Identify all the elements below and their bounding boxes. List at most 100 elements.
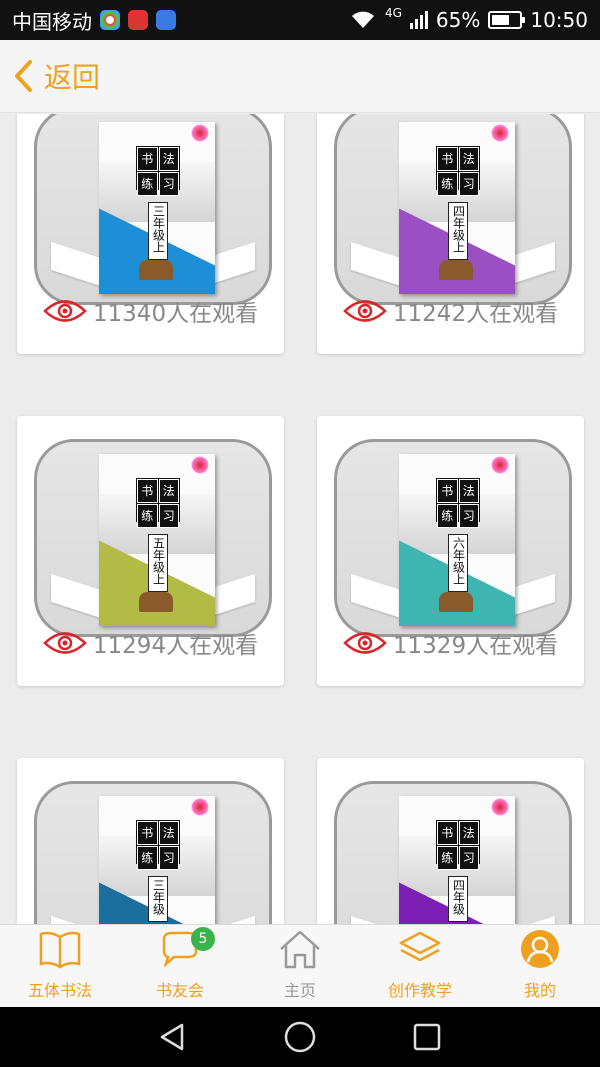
- book-card[interactable]: 书法练习四年级: [317, 758, 584, 924]
- tab-chuangzuo-jiaoxue[interactable]: 创作教学: [360, 925, 480, 1007]
- seal-char: 习: [458, 504, 479, 528]
- recents-square-icon[interactable]: [412, 1022, 442, 1052]
- grade-text: 六年级上: [451, 537, 466, 585]
- book-card[interactable]: 书法练习三年级: [17, 758, 284, 924]
- carrier-name: 中国移动: [12, 9, 92, 34]
- seal-char: 习: [458, 846, 479, 870]
- viewer-count-text: 11242人在观看: [392, 301, 559, 327]
- seal-char: 习: [158, 172, 179, 196]
- scholar-figure: [439, 592, 473, 612]
- eye-icon: [43, 632, 87, 654]
- viewer-count-text: 11294人在观看: [92, 633, 259, 659]
- seal-char: 法: [458, 479, 479, 503]
- page-flap-left: [51, 573, 101, 619]
- grade-label: 四年级上: [448, 202, 468, 260]
- back-triangle-icon[interactable]: [158, 1022, 188, 1052]
- battery-percent: 65%: [435, 8, 481, 32]
- grade-text: 四年级: [451, 879, 466, 915]
- calligraphy-seal: 书法练习: [136, 146, 180, 196]
- home-circle-icon[interactable]: [283, 1020, 317, 1054]
- grade-label: 六年级上: [448, 534, 468, 592]
- seal-char: 练: [437, 846, 458, 870]
- seal-char: 习: [158, 504, 179, 528]
- back-button[interactable]: 返回: [12, 56, 100, 96]
- mail-notification-icon: [128, 10, 148, 30]
- calligraphy-seal: 书法练习: [436, 478, 480, 528]
- tab-home[interactable]: 主页: [240, 925, 360, 1007]
- seal-char: 法: [158, 821, 179, 845]
- book-card[interactable]: 书法练习六年级上 11329人在观看: [317, 416, 584, 686]
- grade-label: 四年级: [448, 876, 468, 922]
- wifi-icon: [351, 11, 374, 28]
- gallery-notification-icon: [156, 10, 176, 30]
- grade-text: 四年级上: [451, 205, 466, 253]
- seal-char: 法: [158, 147, 179, 171]
- seal-char: 练: [137, 172, 158, 196]
- tab-mine[interactable]: 我的: [480, 925, 600, 1007]
- book-card[interactable]: 书法练习四年级上 11242人在观看: [317, 114, 584, 354]
- viewer-count: 11242人在观看: [317, 294, 584, 328]
- eye-icon: [43, 300, 87, 322]
- unread-badge: 5: [191, 927, 215, 951]
- system-navigation-bar: [0, 1007, 600, 1067]
- book-cover: 书法练习三年级: [99, 796, 215, 924]
- battery-icon: [488, 11, 526, 29]
- viewer-count: 11340人在观看: [17, 294, 284, 328]
- network-type: 4G: [384, 6, 402, 20]
- tab-shuyouhui[interactable]: 5 书友会: [120, 925, 240, 1007]
- book-cover: 书法练习三年级上: [99, 122, 215, 294]
- viewer-count-text: 11340人在观看: [92, 301, 259, 327]
- layers-icon: [399, 931, 441, 962]
- book-cover-frame: 书法练习三年级: [34, 781, 272, 924]
- page-flap-left: [351, 915, 401, 924]
- book-cover: 书法练习六年级上: [399, 454, 515, 626]
- status-bar: 中国移动 4G 65% 10:50: [0, 0, 600, 40]
- seal-char: 练: [137, 504, 158, 528]
- tab-wuti-shufa[interactable]: 五体书法: [0, 925, 120, 1007]
- grade-text: 三年级: [151, 879, 166, 915]
- home-icon: [280, 930, 320, 969]
- grade-text: 三年级上: [151, 205, 166, 253]
- eye-icon: [343, 632, 387, 654]
- seal-char: 书: [137, 147, 158, 171]
- seal-char: 法: [458, 821, 479, 845]
- clock: 10:50: [530, 8, 588, 32]
- back-label: 返回: [44, 61, 101, 94]
- book-cover-frame: 书法练习五年级上: [34, 439, 272, 637]
- plum-blossom-icon: [491, 124, 509, 142]
- bottom-tab-bar: 五体书法 5 书友会 主页 创作教学 我的: [0, 924, 600, 1007]
- book-grid[interactable]: 书法练习三年级上 11340人在观看书法练习四年级上 11242人在观看书法练习五年…: [0, 114, 600, 924]
- book-card[interactable]: 书法练习三年级上 11340人在观看: [17, 114, 284, 354]
- tab-label: 书友会: [155, 981, 204, 1000]
- book-cover: 书法练习四年级上: [399, 122, 515, 294]
- seal-char: 法: [458, 147, 479, 171]
- page-flap-left: [51, 241, 101, 287]
- scholar-figure: [139, 592, 173, 612]
- scholar-figure: [139, 260, 173, 280]
- book-card[interactable]: 书法练习五年级上 11294人在观看: [17, 416, 284, 686]
- grade-text: 五年级上: [151, 537, 166, 585]
- book-cover: 书法练习五年级上: [99, 454, 215, 626]
- calligraphy-seal: 书法练习: [436, 820, 480, 870]
- page-flap-left: [51, 915, 101, 924]
- tab-label: 主页: [283, 981, 316, 1000]
- book-cover-frame: 书法练习三年级上: [34, 114, 272, 305]
- page-flap-left: [351, 573, 401, 619]
- seal-char: 法: [158, 479, 179, 503]
- profile-icon: [521, 930, 559, 968]
- seal-char: 练: [437, 172, 458, 196]
- plum-blossom-icon: [491, 798, 509, 816]
- seal-char: 练: [137, 846, 158, 870]
- signal-icon: [409, 11, 428, 29]
- plum-blossom-icon: [191, 798, 209, 816]
- plum-blossom-icon: [191, 456, 209, 474]
- eye-icon: [343, 300, 387, 322]
- book-cover-frame: 书法练习四年级上: [334, 114, 572, 305]
- scholar-figure: [439, 260, 473, 280]
- page-flap-left: [351, 241, 401, 287]
- seal-char: 书: [137, 479, 158, 503]
- viewer-count-text: 11329人在观看: [392, 633, 559, 659]
- seal-char: 书: [137, 821, 158, 845]
- plum-blossom-icon: [491, 456, 509, 474]
- seal-char: 练: [437, 504, 458, 528]
